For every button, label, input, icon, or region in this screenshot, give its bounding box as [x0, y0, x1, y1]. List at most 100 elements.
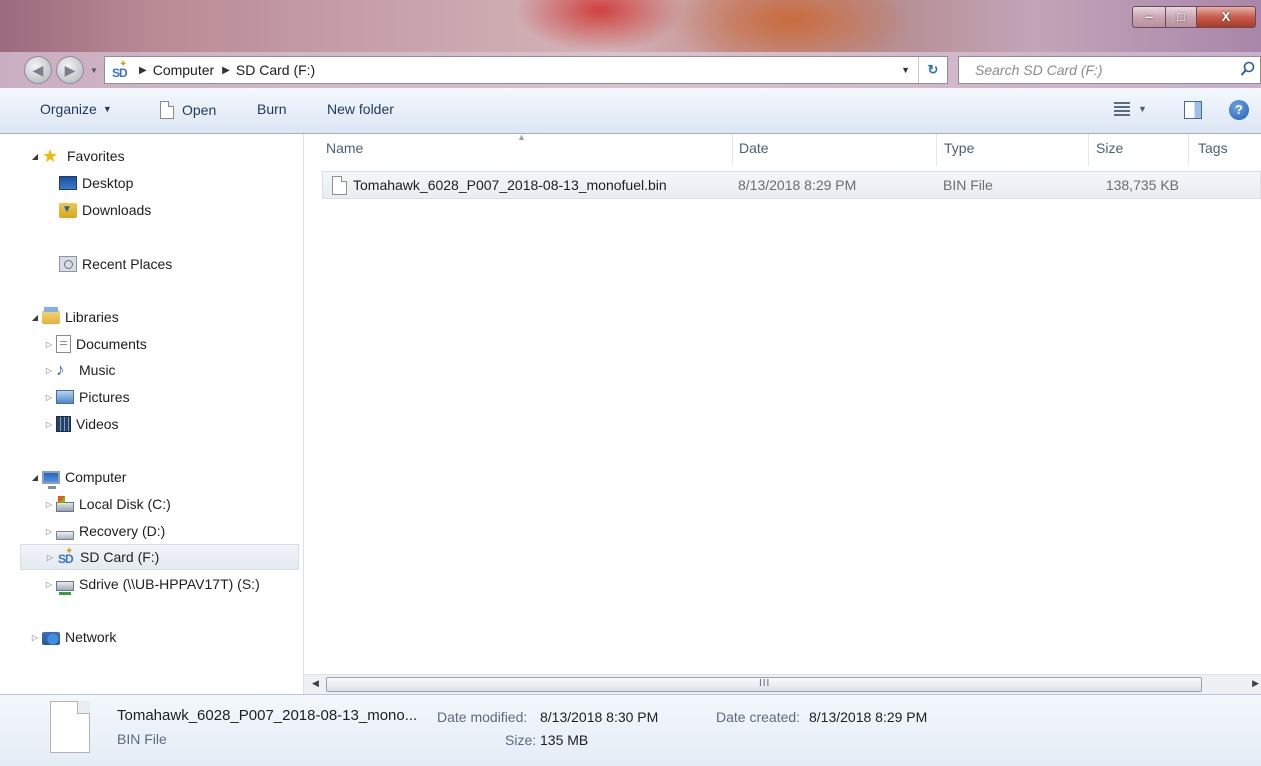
refresh-icon[interactable]: ↻: [918, 57, 947, 83]
drive-icon: [56, 530, 74, 540]
column-divider[interactable]: [936, 134, 937, 166]
title-bar[interactable]: ‒ □ X: [0, 0, 1261, 52]
open-button[interactable]: Open: [160, 101, 216, 119]
nav-label: Downloads: [82, 202, 152, 218]
nav-network[interactable]: ▷ Network: [30, 625, 116, 649]
nav-favorites[interactable]: ◢ ★ Favorites: [30, 144, 125, 168]
nav-label: Desktop: [82, 175, 134, 191]
maximize-button[interactable]: □: [1165, 6, 1197, 28]
document-icon: [160, 101, 174, 119]
help-icon[interactable]: ?: [1229, 100, 1249, 120]
nav-label: Computer: [65, 469, 127, 485]
expanded-arrow-icon[interactable]: ◢: [30, 152, 40, 161]
column-header-size[interactable]: Size: [1096, 140, 1123, 156]
file-icon: [332, 176, 347, 195]
star-icon: ★: [42, 146, 59, 166]
new-folder-button[interactable]: New folder: [327, 101, 394, 117]
collapsed-arrow-icon[interactable]: ▷: [45, 553, 55, 562]
nav-videos[interactable]: ▷ Videos: [44, 412, 119, 436]
nav-label: Network: [65, 629, 117, 645]
nav-label: Favorites: [67, 148, 125, 164]
maximize-icon: □: [1177, 9, 1185, 24]
column-header-date[interactable]: Date: [739, 140, 769, 156]
search-input[interactable]: [973, 61, 1217, 79]
file-row[interactable]: Tomahawk_6028_P007_2018-08-13_monofuel.b…: [322, 171, 1261, 199]
search-icon[interactable]: [1240, 61, 1256, 77]
nav-label: Local Disk (C:): [79, 496, 171, 512]
breadcrumb-computer[interactable]: Computer: [153, 62, 214, 78]
nav-label: Music: [79, 362, 116, 378]
details-view-icon: [1114, 102, 1130, 116]
burn-label: Burn: [257, 101, 287, 117]
close-button[interactable]: X: [1196, 6, 1256, 28]
change-view-button[interactable]: ▼: [1114, 102, 1147, 116]
scroll-left-icon[interactable]: ◀: [312, 678, 319, 689]
collapsed-arrow-icon[interactable]: ▷: [44, 500, 54, 509]
breadcrumb-sd-card[interactable]: SD Card (F:): [236, 62, 315, 78]
breadcrumb-separator-icon[interactable]: ▶: [222, 65, 230, 76]
nav-recovery[interactable]: ▷ Recovery (D:): [44, 519, 165, 543]
address-bar[interactable]: ✦ SD ▶ Computer ▶ SD Card (F:) ▼ ↻: [104, 56, 948, 84]
file-list[interactable]: ▲ Name Date Type Size Tags Tomahawk_6028…: [304, 132, 1261, 674]
column-divider[interactable]: [1188, 134, 1189, 166]
new-folder-label: New folder: [327, 101, 394, 117]
details-size-label: Size:: [505, 732, 537, 748]
preview-pane-icon[interactable]: [1184, 101, 1202, 119]
scroll-right-icon[interactable]: ▶: [1252, 678, 1259, 689]
burn-button[interactable]: Burn: [257, 101, 287, 117]
scrollbar-thumb[interactable]: III: [326, 677, 1202, 692]
collapsed-arrow-icon[interactable]: ▷: [44, 580, 54, 589]
forward-button[interactable]: ▶: [56, 56, 84, 84]
navigation-pane[interactable]: ◢ ★ Favorites Desktop Downloads Recent P…: [0, 134, 304, 694]
collapsed-arrow-icon[interactable]: ▷: [44, 393, 54, 402]
nav-local-disk[interactable]: ▷ Local Disk (C:): [44, 492, 171, 516]
collapsed-arrow-icon[interactable]: ▷: [44, 420, 54, 429]
explorer-window: ‒ □ X ◀ ▶ ▼ ✦ SD ▶ Computer ▶ SD Card (F:…: [0, 0, 1261, 766]
open-label: Open: [182, 102, 217, 118]
nav-label: Libraries: [65, 309, 119, 325]
search-box[interactable]: [958, 56, 1261, 84]
column-header-tags[interactable]: Tags: [1198, 140, 1228, 156]
music-note-icon: ♪: [56, 360, 65, 379]
back-button[interactable]: ◀: [24, 56, 52, 84]
column-divider[interactable]: [732, 134, 733, 166]
nav-pictures[interactable]: ▷ Pictures: [44, 385, 130, 409]
collapsed-arrow-icon[interactable]: ▷: [44, 366, 54, 375]
column-divider[interactable]: [1088, 134, 1089, 166]
breadcrumb-separator-icon[interactable]: ▶: [139, 65, 147, 76]
minimize-button[interactable]: ‒: [1132, 6, 1166, 28]
nav-downloads[interactable]: Downloads: [59, 198, 151, 222]
minimize-icon: ‒: [1145, 9, 1153, 24]
collapsed-arrow-icon[interactable]: ▷: [30, 633, 40, 642]
column-header-type[interactable]: Type: [944, 140, 974, 156]
organize-label: Organize: [40, 101, 97, 117]
address-dropdown-icon[interactable]: ▼: [901, 65, 910, 75]
collapsed-arrow-icon[interactable]: ▷: [44, 527, 54, 536]
nav-music[interactable]: ▷ ♪ Music: [44, 358, 116, 382]
nav-sdrive[interactable]: ▷ Sdrive (\\UB-HPPAV17T) (S:): [44, 572, 260, 596]
nav-label: Recovery (D:): [79, 523, 166, 539]
column-header-name[interactable]: Name: [326, 140, 363, 156]
nav-label: Recent Places: [82, 256, 173, 272]
file-type: BIN File: [943, 177, 993, 193]
local-disk-icon: [56, 496, 74, 512]
expanded-arrow-icon[interactable]: ◢: [30, 473, 40, 482]
forward-arrow-icon: ▶: [64, 62, 76, 78]
nav-libraries[interactable]: ◢ Libraries: [30, 305, 119, 329]
film-strip-icon: [56, 416, 71, 432]
nav-computer[interactable]: ◢ Computer: [30, 465, 126, 489]
nav-desktop[interactable]: Desktop: [59, 171, 133, 195]
recent-pages-dropdown-icon[interactable]: ▼: [90, 66, 98, 75]
nav-documents[interactable]: ▷ Documents: [44, 332, 147, 356]
network-icon: [42, 631, 60, 645]
close-icon: X: [1221, 9, 1231, 24]
nav-recent-places[interactable]: Recent Places: [59, 252, 172, 276]
pictures-icon: [56, 390, 74, 404]
horizontal-scrollbar[interactable]: ◀ III ▶: [304, 674, 1261, 694]
organize-button[interactable]: Organize ▼: [40, 101, 112, 117]
expanded-arrow-icon[interactable]: ◢: [30, 313, 40, 322]
details-file-type: BIN File: [117, 731, 167, 747]
collapsed-arrow-icon[interactable]: ▷: [44, 340, 54, 349]
nav-sd-card[interactable]: ▷ ✦ SD SD Card (F:): [20, 544, 299, 570]
details-pane: Tomahawk_6028_P007_2018-08-13_mono... BI…: [0, 694, 1261, 766]
